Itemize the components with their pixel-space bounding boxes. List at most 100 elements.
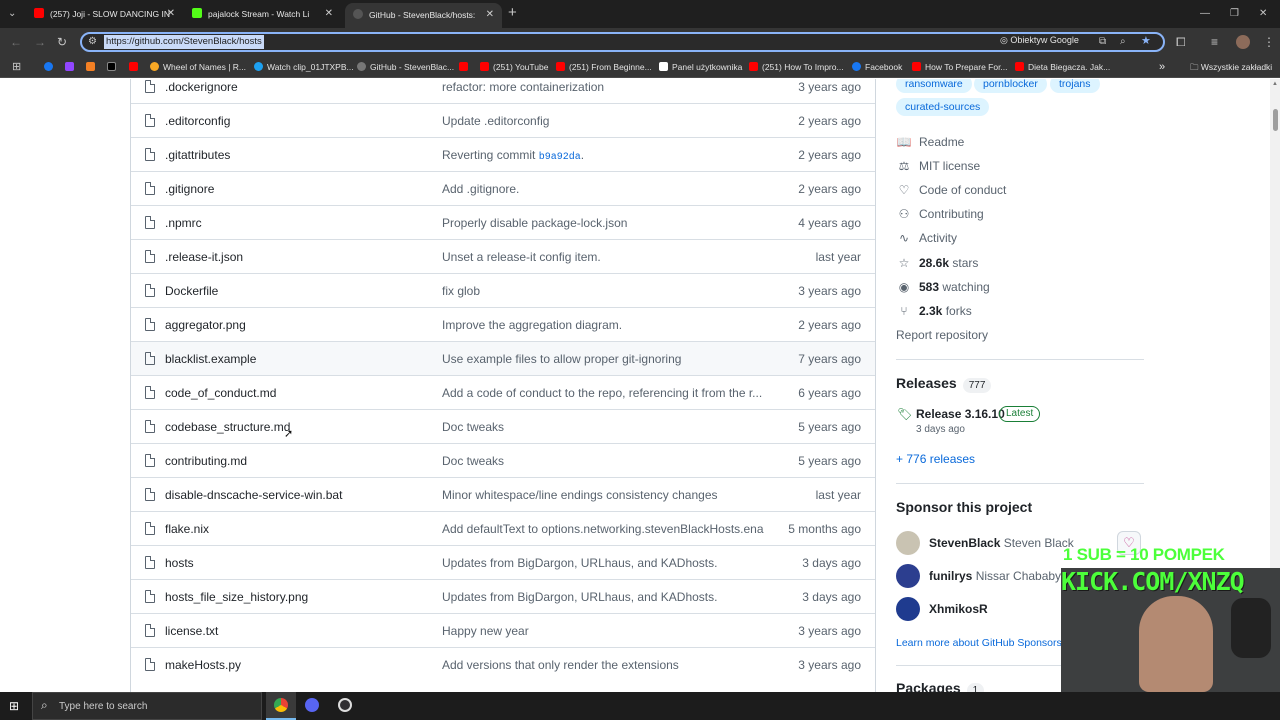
learn-sponsors-link[interactable]: Learn more about GitHub Sponsors — [896, 637, 1062, 649]
commit-message-link[interactable]: Add versions that only render the extens… — [442, 658, 679, 672]
commit-message-link[interactable]: Minor whitespace/line endings consistenc… — [442, 488, 718, 502]
bookmark[interactable]: GitHub - StevenBlac... — [357, 56, 454, 78]
bookmark[interactable] — [107, 56, 120, 78]
avatar[interactable] — [896, 531, 920, 555]
all-bookmarks[interactable]: 🗀 Wszystkie zakładki — [1190, 56, 1272, 78]
topic-tag[interactable]: curated-sources — [896, 98, 990, 116]
commit-message-link[interactable]: Unset a release-it config item. — [442, 250, 601, 264]
file-name-link[interactable]: makeHosts.py — [165, 658, 241, 672]
menu-icon[interactable]: ⋮ — [1263, 35, 1275, 49]
tab-search-icon[interactable]: ⌄ — [8, 7, 16, 21]
commit-message-link[interactable]: Add .gitignore. — [442, 182, 519, 196]
file-name-link[interactable]: aggregator.png — [165, 318, 246, 332]
file-row[interactable]: .npmrc Properly disable package-lock.json… — [131, 205, 875, 239]
bookmark[interactable]: (251) YouTube — [480, 56, 548, 78]
app-taskbar-icon[interactable] — [305, 698, 319, 712]
packages-heading[interactable]: Packages 1 — [896, 680, 985, 692]
bookmark[interactable]: Panel użytkownika — [659, 56, 742, 78]
file-name-link[interactable]: .gitattributes — [165, 148, 230, 162]
commit-sha-link[interactable]: b9a92da — [539, 152, 581, 163]
commit-message-link[interactable]: Updates from BigDargon, URLhaus, and KAD… — [442, 590, 717, 604]
topic-tag[interactable]: trojans — [1050, 79, 1100, 93]
file-row[interactable]: .gitignore Add .gitignore. 2 years ago — [131, 171, 875, 205]
bookmark[interactable] — [44, 56, 57, 78]
bookmark[interactable]: (251) From Beginne... — [556, 56, 652, 78]
forks-link[interactable]: ⑂ 2.3k forks — [896, 302, 971, 320]
commit-message-link[interactable]: Update .editorconfig — [442, 114, 549, 128]
commit-message-link[interactable]: Properly disable package-lock.json — [442, 216, 627, 230]
readme-link[interactable]: 📖 Readme — [896, 133, 965, 151]
more-releases-link[interactable]: + 776 releases — [896, 452, 975, 466]
commit-message-link[interactable]: Reverting commit b9a92da. — [442, 148, 584, 163]
file-name-link[interactable]: .gitignore — [165, 182, 214, 196]
file-name-link[interactable]: .npmrc — [165, 216, 202, 230]
file-row[interactable]: hosts Updates from BigDargon, URLhaus, an… — [131, 545, 875, 579]
install-icon[interactable]: ⧉ — [1099, 35, 1106, 49]
profile-avatar[interactable] — [1236, 35, 1250, 49]
tab-github[interactable]: GitHub - StevenBlack/hosts: ✕ — [345, 3, 502, 28]
tab-youtube[interactable]: (257) Joji - SLOW DANCING IN ✕ — [28, 2, 183, 26]
latest-release-link[interactable]: Release 3.16.10 — [916, 407, 1005, 421]
obs-taskbar-icon[interactable] — [338, 698, 352, 712]
license-link[interactable]: ⚖ MIT license — [896, 157, 981, 175]
file-name-link[interactable]: code_of_conduct.md — [165, 386, 276, 400]
file-row[interactable]: contributing.md Doc tweaks 5 years ago — [131, 443, 875, 477]
file-row[interactable]: aggregator.png Improve the aggregation di… — [131, 307, 875, 341]
file-name-link[interactable]: .dockerignore — [165, 80, 238, 94]
topic-tag[interactable]: ransomware — [896, 79, 972, 93]
bookmark[interactable]: Wheel of Names | R... — [150, 56, 246, 78]
commit-message-link[interactable]: Improve the aggregation diagram. — [442, 318, 622, 332]
file-name-link[interactable]: .editorconfig — [165, 114, 230, 128]
file-row[interactable]: .dockerignore refactor: more containeriza… — [131, 79, 875, 103]
commit-message-link[interactable]: Doc tweaks — [442, 420, 504, 434]
commit-message-link[interactable]: Happy new year — [442, 624, 529, 638]
bookmarks-more-button[interactable]: » — [1159, 56, 1165, 78]
activity-link[interactable]: ∿ Activity — [896, 229, 957, 247]
commit-message-link[interactable]: Add defaultText to options.networking.st… — [442, 522, 764, 536]
extensions-icon[interactable]: ⧠ — [1176, 35, 1186, 49]
file-row[interactable]: .editorconfig Update .editorconfig 2 years… — [131, 103, 875, 137]
scroll-up-icon[interactable]: ▲ — [1272, 81, 1278, 87]
stars-link[interactable]: ☆ 28.6k stars — [896, 254, 979, 272]
bookmark[interactable]: (251) How To Impro... — [749, 56, 844, 78]
apps-icon[interactable]: ⊞ — [12, 60, 21, 74]
file-name-link[interactable]: blacklist.example — [165, 352, 256, 366]
file-row[interactable]: Dockerfile fix glob 3 years ago — [131, 273, 875, 307]
bookmark-star-icon[interactable]: ★ — [1141, 34, 1151, 48]
file-row[interactable]: blacklist.example Use example files to al… — [131, 341, 875, 375]
bookmark[interactable]: How To Prepare For... — [912, 56, 1008, 78]
file-name-link[interactable]: contributing.md — [165, 454, 247, 468]
file-name-link[interactable]: hosts_file_size_history.png — [165, 590, 308, 604]
minimize-button[interactable]: — — [1200, 7, 1210, 21]
close-window-button[interactable]: ✕ — [1259, 7, 1267, 21]
reload-icon[interactable]: ↻ — [57, 35, 67, 49]
bookmark[interactable]: Facebook — [852, 56, 902, 78]
file-name-link[interactable]: codebase_structure.md — [165, 420, 290, 434]
commit-message-link[interactable]: refactor: more containerization — [442, 80, 604, 94]
back-icon[interactable]: ← — [10, 35, 22, 49]
commit-message-link[interactable]: fix glob — [442, 284, 480, 298]
bookmark[interactable] — [459, 56, 472, 78]
scrollbar-thumb[interactable] — [1273, 109, 1278, 131]
file-row[interactable]: .release-it.json Unset a release-it confi… — [131, 239, 875, 273]
taskbar-search[interactable]: ⌕ Type here to search — [32, 692, 262, 720]
file-row[interactable]: disable-dnscache-service-win.bat Minor wh… — [131, 477, 875, 511]
file-name-link[interactable]: hosts — [165, 556, 194, 570]
maximize-button[interactable]: ❐ — [1230, 7, 1239, 21]
site-info-icon[interactable]: ⚙ — [88, 35, 97, 49]
windows-start-icon[interactable]: ⊞ — [9, 699, 19, 713]
avatar[interactable] — [896, 597, 920, 621]
media-icon[interactable]: ≡ — [1211, 35, 1218, 49]
bookmark[interactable] — [65, 56, 78, 78]
code-of-conduct-link[interactable]: ♡ Code of conduct — [896, 181, 1007, 199]
commit-message-link[interactable]: Add a code of conduct to the repo, refer… — [442, 386, 762, 400]
bookmark[interactable]: Dieta Biegacza. Jak... — [1015, 56, 1110, 78]
file-row[interactable]: license.txt Happy new year 3 years ago — [131, 613, 875, 647]
report-repository-link[interactable]: Report repository — [896, 326, 988, 344]
chrome-taskbar-icon[interactable] — [266, 692, 296, 720]
commit-message-link[interactable]: Use example files to allow proper git-ig… — [442, 352, 681, 366]
file-name-link[interactable]: Dockerfile — [165, 284, 218, 298]
sponsor-stevenblack[interactable]: StevenBlack Steven Black — [929, 536, 1074, 550]
close-icon[interactable]: ✕ — [486, 3, 494, 27]
file-row[interactable]: makeHosts.py Add versions that only rende… — [131, 647, 875, 681]
